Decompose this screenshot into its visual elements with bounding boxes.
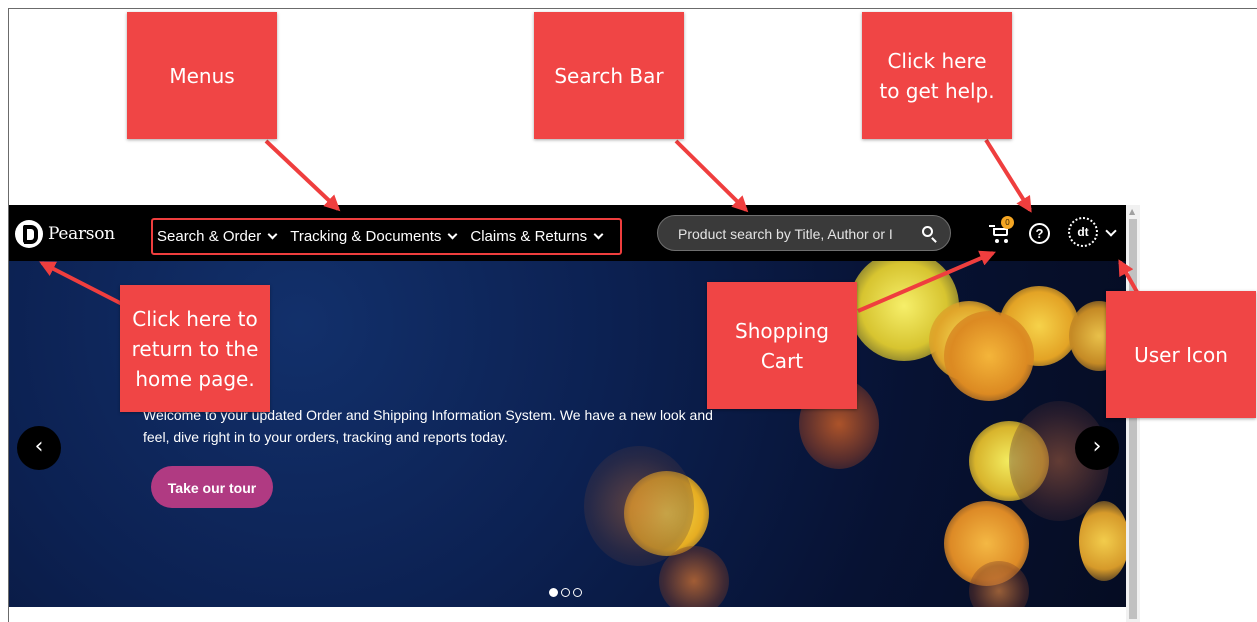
callout-search-bar: Search Bar [534, 12, 684, 139]
bokeh-light [584, 446, 694, 566]
help-icon[interactable]: ? [1029, 223, 1050, 244]
scroll-up-arrow-icon[interactable]: ▲ [1129, 207, 1135, 216]
carousel-prev-button[interactable]: ‹ [17, 426, 61, 470]
user-menu-chevron-down-icon[interactable] [1105, 225, 1117, 237]
menu-label: Claims & Returns [470, 228, 588, 245]
scrollbar-thumb[interactable] [1129, 219, 1137, 619]
carousel-dot-3[interactable] [573, 588, 582, 597]
callout-help: Click here to get help. [862, 12, 1012, 139]
shopping-cart-button[interactable]: 0 [989, 216, 1015, 245]
bokeh-light [944, 311, 1034, 401]
chevron-down-icon [593, 229, 604, 240]
main-menus: Search & Order Tracking & Documents Clai… [151, 218, 622, 255]
menu-label: Search & Order [157, 228, 262, 245]
cart-count-badge: 0 [1001, 216, 1014, 229]
menu-tracking-documents[interactable]: Tracking & Documents [290, 228, 458, 245]
user-avatar[interactable]: dt [1068, 217, 1098, 247]
cart-icon [993, 228, 1008, 236]
bokeh-light [1079, 501, 1126, 581]
arrow-search-bar [674, 139, 749, 213]
cart-icon-handle [989, 225, 995, 227]
app-screenshot: Pearson Search & Order Tracking & Docume… [9, 205, 1140, 622]
carousel-dot-1[interactable] [549, 588, 558, 597]
callout-menus: Menus [127, 12, 277, 139]
search-input[interactable] [678, 224, 910, 244]
arrow-help [984, 138, 1032, 213]
arrow-menus [264, 139, 341, 212]
top-navbar: Pearson Search & Order Tracking & Docume… [9, 205, 1126, 261]
cart-wheel [995, 239, 999, 243]
callout-user-icon: User Icon [1106, 291, 1256, 418]
menu-label: Tracking & Documents [290, 228, 442, 245]
chevron-down-icon [447, 229, 458, 240]
logo-text: Pearson [48, 224, 115, 244]
callout-home: Click here to return to the home page. [120, 285, 270, 412]
pearson-logo-icon [15, 220, 43, 248]
bokeh-light [659, 546, 729, 607]
carousel-dot-2[interactable] [561, 588, 570, 597]
search-icon[interactable] [922, 226, 933, 237]
carousel-next-button[interactable]: › [1075, 426, 1119, 470]
chevron-down-icon [267, 229, 278, 240]
frame-top-line [8, 8, 1257, 9]
carousel-indicators [549, 588, 582, 597]
cart-wheel [1004, 239, 1008, 243]
menu-search-order[interactable]: Search & Order [157, 228, 278, 245]
take-tour-button[interactable]: Take our tour [151, 466, 273, 508]
menu-claims-returns[interactable]: Claims & Returns [470, 228, 604, 245]
product-search-bar [657, 215, 951, 251]
pearson-logo[interactable]: Pearson [15, 219, 115, 249]
callout-shopping-cart: Shopping Cart [707, 282, 857, 409]
